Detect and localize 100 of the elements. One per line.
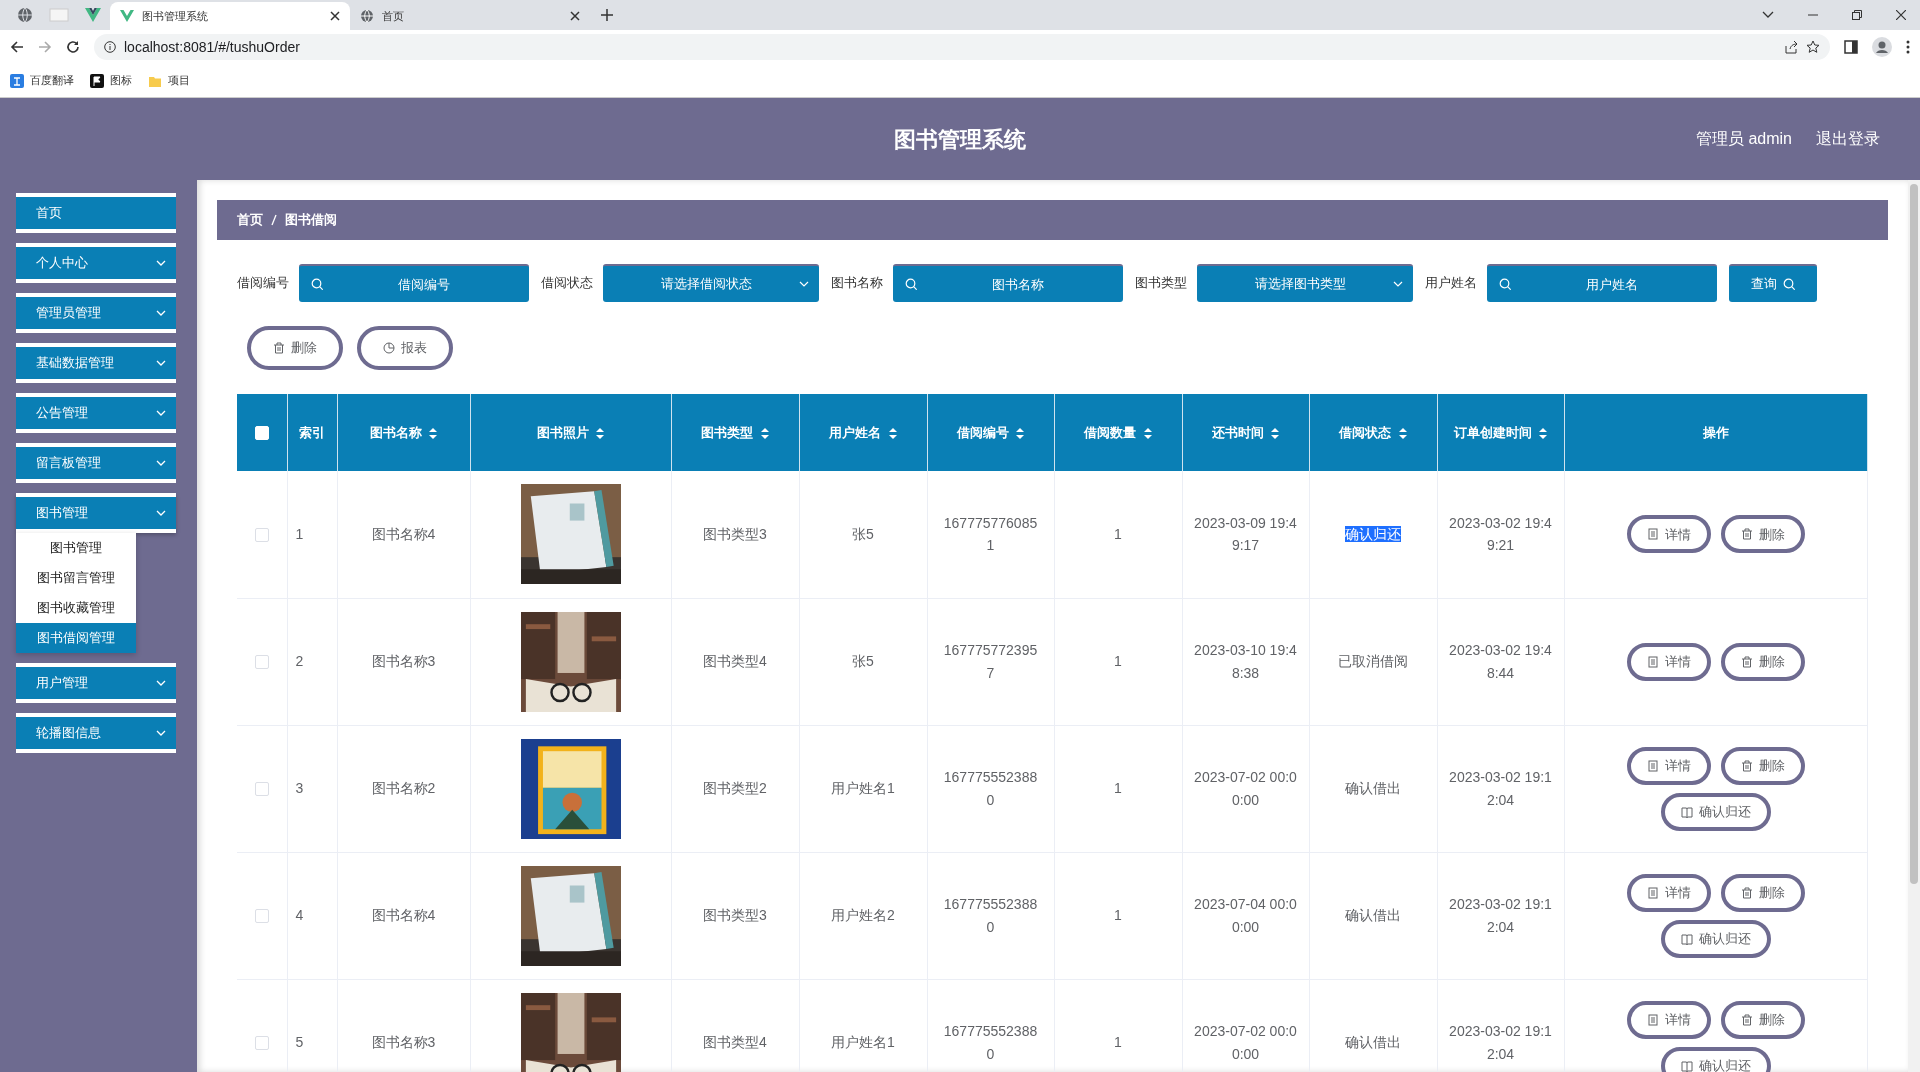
pie-chart-icon: [383, 342, 395, 354]
table-cell: 1677755523880: [927, 852, 1054, 979]
details-button[interactable]: 详情: [1626, 873, 1711, 912]
close-icon[interactable]: [330, 11, 340, 21]
confirm-return-button[interactable]: 确认归还: [1660, 1046, 1771, 1072]
globe-icon[interactable]: [17, 7, 33, 23]
search-field[interactable]: 借阅编号: [299, 264, 529, 302]
select-field[interactable]: 请选择图书类型: [1197, 264, 1413, 302]
forward-icon[interactable]: [38, 40, 52, 54]
row-checkbox[interactable]: [254, 528, 269, 543]
sidebar-item[interactable]: 个人中心: [16, 243, 176, 283]
table-cell: 用户姓名2: [799, 852, 927, 979]
submenu-item[interactable]: 图书留言管理: [16, 563, 136, 593]
search-field[interactable]: 图书名称: [893, 264, 1123, 302]
sort-icon[interactable]: [888, 427, 897, 439]
column-header[interactable]: 借阅数量: [1054, 394, 1182, 471]
column-header[interactable]: 图书名称: [337, 394, 470, 471]
submenu-item[interactable]: 图书管理: [16, 533, 136, 563]
browser-tab[interactable]: 图书管理系统: [110, 2, 350, 30]
table-cell: 图书类型3: [671, 471, 799, 598]
table-cell: 2023-03-02 19:12:04: [1437, 852, 1564, 979]
sidebar-item[interactable]: 图书管理: [16, 493, 176, 533]
back-icon[interactable]: [10, 40, 24, 54]
details-button[interactable]: 详情: [1626, 1000, 1711, 1039]
sort-icon[interactable]: [596, 427, 605, 439]
bookmark[interactable]: 百度翻译: [10, 72, 74, 89]
bookmark[interactable]: 项目: [148, 72, 190, 89]
side-panel-icon[interactable]: [1844, 40, 1858, 54]
column-header[interactable]: 借阅状态: [1309, 394, 1437, 471]
sort-icon[interactable]: [760, 427, 769, 439]
select-field[interactable]: 请选择借阅状态: [603, 264, 819, 302]
kebab-menu-icon[interactable]: [1906, 40, 1910, 54]
delete-button[interactable]: 删除: [1720, 515, 1805, 554]
report-button[interactable]: 报表: [357, 326, 453, 370]
sort-icon[interactable]: [1016, 427, 1025, 439]
select-all-checkbox[interactable]: [254, 426, 269, 441]
share-icon[interactable]: [1784, 40, 1798, 54]
sort-icon[interactable]: [1143, 427, 1152, 439]
plus-icon[interactable]: [601, 9, 613, 21]
profile-icon[interactable]: [1872, 37, 1892, 57]
row-checkbox[interactable]: [254, 655, 269, 670]
sidebar-item[interactable]: 首页: [16, 193, 176, 233]
row-checkbox[interactable]: [254, 1036, 269, 1051]
confirm-return-button[interactable]: 确认归还: [1660, 919, 1771, 958]
logout-link[interactable]: 退出登录: [1816, 127, 1880, 151]
trash-icon: [273, 342, 285, 354]
browser-tab[interactable]: 首页: [350, 2, 590, 30]
search-field[interactable]: 用户姓名: [1487, 264, 1717, 302]
bookmark[interactable]: 图标: [90, 72, 132, 89]
confirm-return-button[interactable]: 确认归还: [1660, 792, 1771, 831]
v-logo-icon[interactable]: [85, 8, 101, 22]
column-header[interactable]: 借阅编号: [927, 394, 1054, 471]
sort-icon[interactable]: [1398, 427, 1407, 439]
sidebar-item[interactable]: 留言板管理: [16, 443, 176, 483]
delete-button[interactable]: 删除: [247, 326, 343, 370]
sidebar-item[interactable]: 基础数据管理: [16, 343, 176, 383]
sort-icon[interactable]: [429, 427, 438, 439]
table-cell: 1: [1054, 979, 1182, 1072]
column-header[interactable]: 图书照片: [470, 394, 671, 471]
star-icon[interactable]: [1806, 40, 1820, 54]
chevron-down-icon[interactable]: [1762, 11, 1774, 19]
sidebar-item[interactable]: 管理员管理: [16, 293, 176, 333]
field-label: 用户姓名: [1425, 274, 1477, 293]
sidebar-item[interactable]: 轮播图信息: [16, 713, 176, 753]
sort-icon[interactable]: [1271, 427, 1280, 439]
sidebar-item[interactable]: 用户管理: [16, 663, 176, 703]
details-button[interactable]: 详情: [1626, 746, 1711, 785]
row-checkbox[interactable]: [254, 909, 269, 924]
details-button[interactable]: 详情: [1626, 642, 1711, 681]
restore-icon[interactable]: [1852, 10, 1862, 20]
submenu-item[interactable]: 图书借阅管理: [16, 623, 136, 653]
column-header[interactable]: 图书类型: [671, 394, 799, 471]
column-header[interactable]: 还书时间: [1182, 394, 1309, 471]
delete-button[interactable]: 删除: [1720, 642, 1805, 681]
column-header[interactable]: 订单创建时间: [1437, 394, 1564, 471]
submenu-item[interactable]: 图书收藏管理: [16, 593, 136, 623]
breadcrumb-item[interactable]: 首页: [237, 210, 263, 230]
details-button[interactable]: 详情: [1626, 515, 1711, 554]
close-icon[interactable]: [570, 11, 580, 21]
reload-icon[interactable]: [66, 40, 80, 54]
delete-button[interactable]: 删除: [1720, 746, 1805, 785]
table-cell: 图书名称3: [337, 598, 470, 725]
sidebar-item[interactable]: 公告管理: [16, 393, 176, 433]
table-cell: 1677757760851: [927, 471, 1054, 598]
delete-button[interactable]: 删除: [1720, 873, 1805, 912]
delete-button[interactable]: 删除: [1720, 1000, 1805, 1039]
chevron-down-icon: [156, 460, 166, 466]
table-cell: 2023-07-04 00:00:00: [1182, 852, 1309, 979]
sort-icon[interactable]: [1539, 427, 1548, 439]
translate-icon: [10, 73, 24, 88]
chevron-down-icon: [156, 680, 166, 686]
scrollbar-thumb[interactable]: [1910, 184, 1918, 884]
document-icon: [1646, 886, 1659, 899]
row-checkbox[interactable]: [254, 782, 269, 797]
search-button[interactable]: 查询: [1729, 264, 1817, 302]
column-header[interactable]: 用户姓名: [799, 394, 927, 471]
app-title: 图书管理系统: [894, 125, 1026, 154]
close-icon[interactable]: [1896, 10, 1906, 20]
table-cell: 图书名称2: [337, 725, 470, 852]
address-bar[interactable]: localhost:8081/#/tushuOrder: [94, 34, 1830, 60]
